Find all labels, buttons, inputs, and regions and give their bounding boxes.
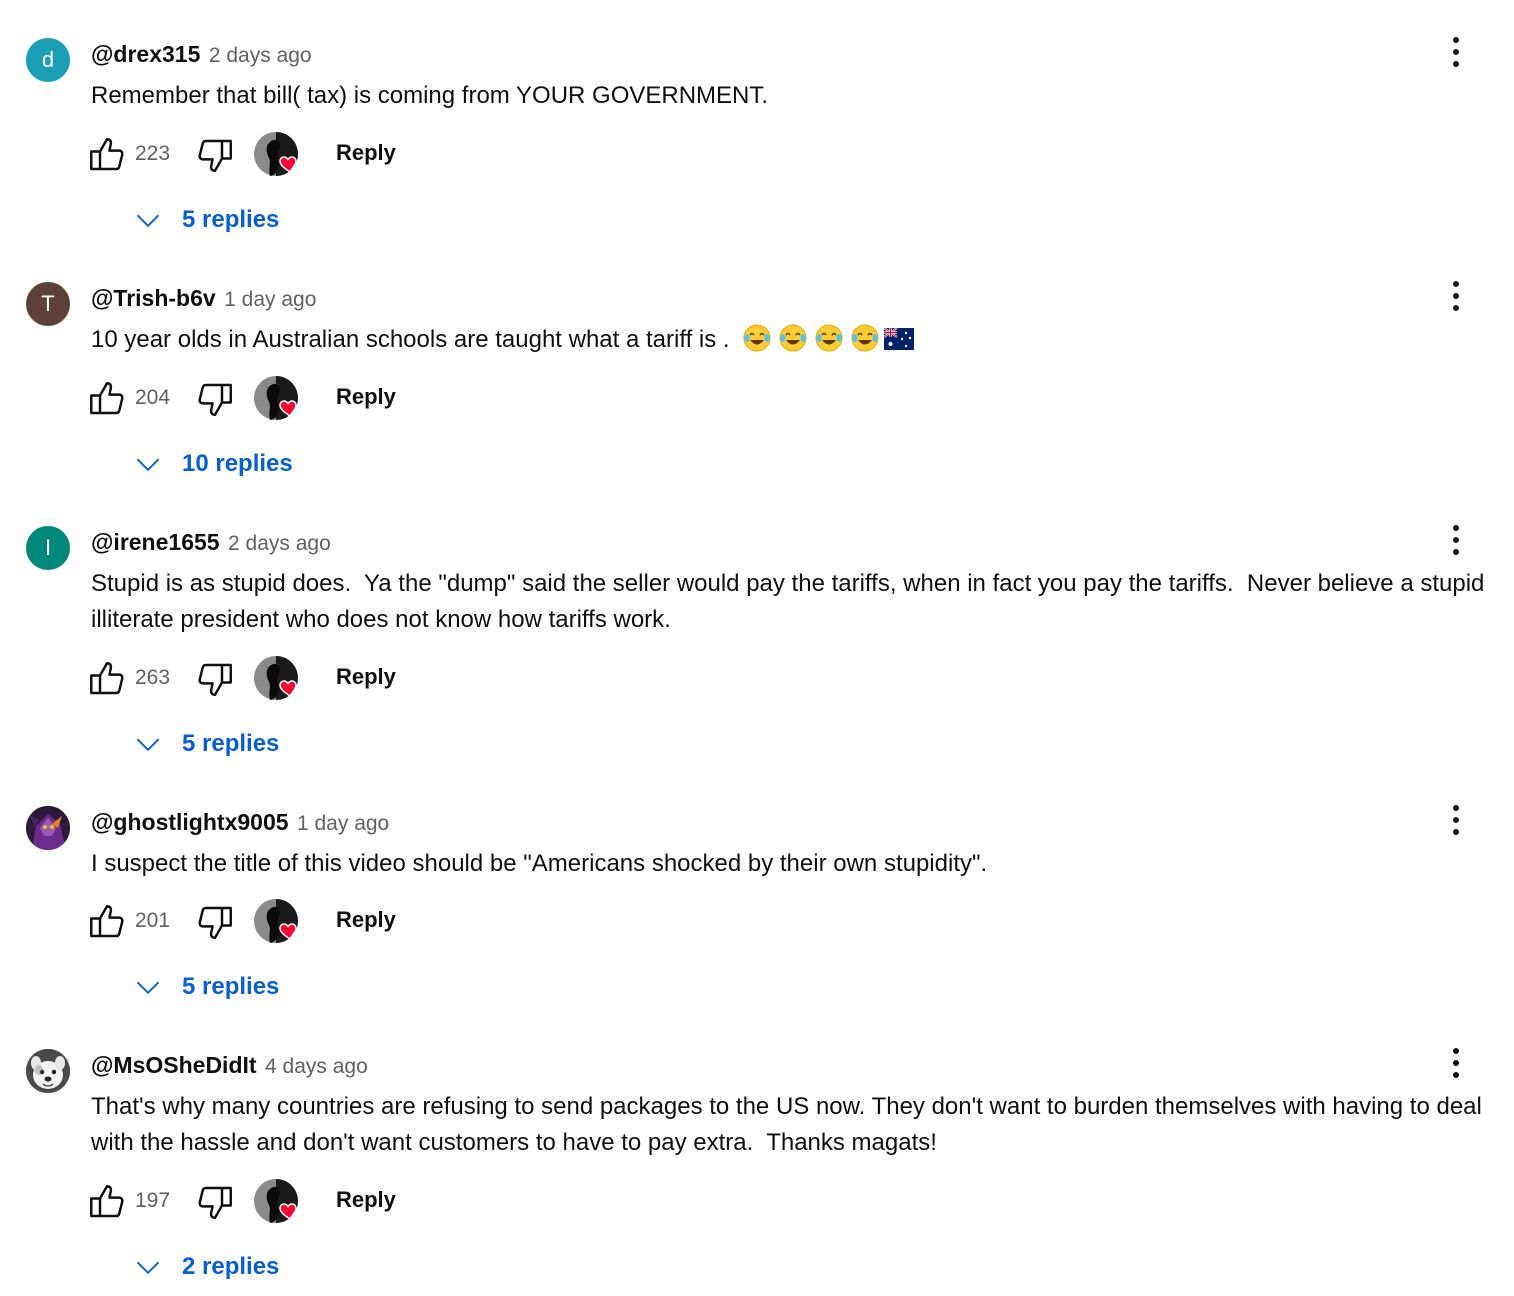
author-name[interactable]: @irene1655: [91, 529, 220, 555]
comment-header: @Trish-b6v 1 day ago: [91, 284, 316, 316]
comment-actions: 204 Reply: [86, 376, 426, 424]
avatar[interactable]: [26, 1049, 70, 1093]
comment-header: @MsOSheDidIt 4 days ago: [91, 1051, 368, 1083]
comment-timestamp[interactable]: 2 days ago: [209, 44, 312, 67]
flag-australia-icon: [884, 328, 915, 350]
thumbs-up-icon[interactable]: [86, 134, 128, 176]
comment-actions: 223 Reply: [86, 132, 426, 180]
replies-count-label: 5 replies: [182, 973, 280, 1000]
dog-photo-avatar-icon: [26, 1049, 70, 1093]
comment-text: I suspect the title of this video should…: [91, 850, 988, 877]
comment-timestamp[interactable]: 1 day ago: [297, 812, 389, 835]
thumbs-down-icon[interactable]: [194, 658, 236, 700]
chevron-down-icon: [136, 738, 160, 752]
reply-button[interactable]: Reply: [336, 1187, 396, 1213]
comment-timestamp[interactable]: 1 day ago: [224, 288, 316, 311]
comment-actions: 201 Reply: [86, 899, 426, 947]
reply-button[interactable]: Reply: [336, 384, 396, 410]
thumbs-down-icon[interactable]: [194, 1181, 236, 1223]
view-replies-button[interactable]: 2 replies: [134, 1247, 279, 1287]
reply-button[interactable]: Reply: [336, 907, 396, 933]
comment-header: @drex315 2 days ago: [91, 40, 312, 72]
like-count: 223: [135, 142, 171, 165]
avatar[interactable]: [26, 806, 70, 850]
author-name[interactable]: @Trish-b6v: [91, 285, 216, 311]
avatar[interactable]: d: [26, 38, 70, 82]
thumbs-up-icon[interactable]: [86, 901, 128, 943]
more-actions-icon[interactable]: [1436, 798, 1476, 842]
avatar[interactable]: T: [26, 282, 70, 326]
chevron-down-icon: [136, 1261, 160, 1275]
replies-count-label: 2 replies: [182, 1253, 280, 1280]
thumbs-down-icon[interactable]: [194, 901, 236, 943]
chevron-down-icon: [136, 981, 160, 995]
chevron-down-icon: [136, 458, 160, 472]
comment-text: 10 year olds in Australian schools are t…: [91, 322, 1496, 358]
thumbs-up-icon[interactable]: [86, 658, 128, 700]
replies-count-label: 5 replies: [182, 730, 280, 757]
author-name[interactable]: @MsOSheDidIt: [91, 1052, 257, 1078]
view-replies-button[interactable]: 5 replies: [134, 967, 279, 1007]
thumbs-up-icon[interactable]: [86, 378, 128, 420]
comment-timestamp[interactable]: 4 days ago: [265, 1055, 368, 1078]
view-replies-button[interactable]: 5 replies: [134, 200, 279, 240]
reply-button[interactable]: Reply: [336, 140, 396, 166]
replies-count-label: 5 replies: [182, 206, 280, 233]
comment-actions: 263 Reply: [86, 656, 426, 704]
comment-text: Remember that bill( tax) is coming from …: [91, 82, 769, 109]
thumbs-down-icon[interactable]: [194, 378, 236, 420]
comment-actions: 197 Reply: [86, 1179, 426, 1227]
creator-heart-icon[interactable]: [254, 656, 304, 704]
author-name[interactable]: @ghostlightx9005: [91, 809, 289, 835]
purple-character-avatar-icon: [26, 806, 70, 850]
comment-timestamp[interactable]: 2 days ago: [228, 532, 331, 555]
face-with-tears-of-joy-icon: [779, 324, 807, 352]
comment-text: That's why many countries are refusing t…: [91, 1093, 1489, 1156]
thumbs-up-icon[interactable]: [86, 1181, 128, 1223]
thumbs-down-icon[interactable]: [194, 134, 236, 176]
like-count: 201: [135, 909, 171, 932]
like-count: 197: [135, 1189, 171, 1212]
replies-count-label: 10 replies: [182, 450, 293, 477]
face-with-tears-of-joy-icon: [851, 324, 879, 352]
comment-text-content: 10 year olds in Australian schools are t…: [91, 326, 737, 353]
avatar[interactable]: I: [26, 526, 70, 570]
like-count: 204: [135, 386, 171, 409]
creator-heart-icon[interactable]: [254, 376, 304, 424]
face-with-tears-of-joy-icon: [815, 324, 843, 352]
view-replies-button[interactable]: 10 replies: [134, 444, 293, 484]
comment-header: @ghostlightx9005 1 day ago: [91, 808, 389, 840]
face-with-tears-of-joy-icon: [743, 324, 771, 352]
creator-heart-icon[interactable]: [254, 899, 304, 947]
view-replies-button[interactable]: 5 replies: [134, 724, 279, 764]
more-actions-icon[interactable]: [1436, 30, 1476, 74]
like-count: 263: [135, 666, 171, 689]
comment-header: @irene1655 2 days ago: [91, 528, 331, 560]
creator-heart-icon[interactable]: [254, 132, 304, 180]
reply-button[interactable]: Reply: [336, 664, 396, 690]
chevron-down-icon: [136, 214, 160, 228]
more-actions-icon[interactable]: [1436, 518, 1476, 562]
more-actions-icon[interactable]: [1436, 1041, 1476, 1085]
author-name[interactable]: @drex315: [91, 41, 200, 67]
comment-text: Stupid is as stupid does. Ya the "dump" …: [91, 570, 1492, 633]
creator-heart-icon[interactable]: [254, 1179, 304, 1227]
more-actions-icon[interactable]: [1436, 274, 1476, 318]
